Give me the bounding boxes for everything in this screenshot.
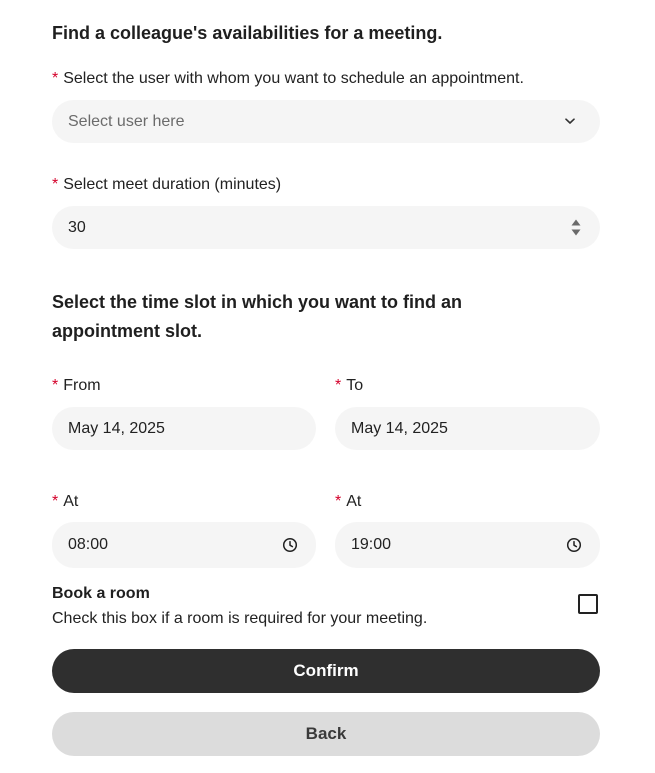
from-date-value: May 14, 2025	[68, 419, 165, 437]
back-button[interactable]: Back	[52, 712, 600, 756]
section-title-time-slot: Select the time slot in which you want t…	[52, 288, 612, 346]
start-time-label: * At	[52, 492, 78, 512]
from-label-text: From	[63, 377, 101, 394]
end-time-label: * At	[335, 492, 361, 512]
user-select[interactable]: Select user here	[52, 100, 600, 143]
meeting-availability-form: Find a colleague's availabilities for a …	[0, 0, 655, 773]
book-room-description: Check this box if a room is required for…	[52, 610, 428, 627]
duration-input[interactable]: 30	[52, 206, 600, 249]
start-time-label-text: At	[63, 493, 79, 510]
from-date-input[interactable]: May 14, 2025	[52, 407, 316, 450]
end-time-label-text: At	[346, 493, 362, 510]
start-time-value: 08:00	[68, 536, 109, 553]
user-select-label-text: Select the user with whom you want to sc…	[63, 70, 524, 87]
section-title-time-slot-line1: Select the time slot in which you want t…	[52, 292, 463, 312]
required-marker: *	[52, 377, 59, 394]
clock-icon[interactable]	[566, 537, 582, 553]
spinner-arrows-icon[interactable]	[570, 219, 582, 236]
spinner-up-icon[interactable]	[571, 219, 581, 226]
required-marker: *	[52, 70, 59, 87]
required-marker: *	[335, 377, 342, 394]
duration-value: 30	[68, 218, 86, 236]
chevron-down-icon	[564, 116, 576, 128]
duration-label-text: Select meet duration (minutes)	[63, 176, 282, 193]
book-room-checkbox[interactable]	[578, 594, 598, 614]
section-title-find-colleague: Find a colleague's availabilities for a …	[52, 23, 443, 43]
duration-label: * Select meet duration (minutes)	[52, 175, 281, 195]
section-title-time-slot-line2: appointment slot.	[52, 321, 202, 341]
end-time-value: 19:00	[351, 536, 392, 553]
book-room-title: Book a room	[52, 585, 150, 602]
user-select-label: * Select the user with whom you want to s…	[52, 69, 524, 89]
spinner-down-icon[interactable]	[571, 229, 581, 236]
end-time-input[interactable]: 19:00	[335, 522, 600, 568]
start-time-input[interactable]: 08:00	[52, 522, 316, 568]
from-label: * From	[52, 376, 101, 396]
required-marker: *	[335, 493, 342, 510]
to-label-text: To	[346, 377, 364, 394]
required-marker: *	[52, 493, 59, 510]
to-label: * To	[335, 376, 363, 396]
to-date-value: May 14, 2025	[351, 419, 448, 437]
confirm-button[interactable]: Confirm	[52, 649, 600, 693]
clock-icon[interactable]	[282, 537, 298, 553]
required-marker: *	[52, 176, 59, 193]
user-select-placeholder: Select user here	[68, 112, 185, 130]
to-date-input[interactable]: May 14, 2025	[335, 407, 600, 450]
